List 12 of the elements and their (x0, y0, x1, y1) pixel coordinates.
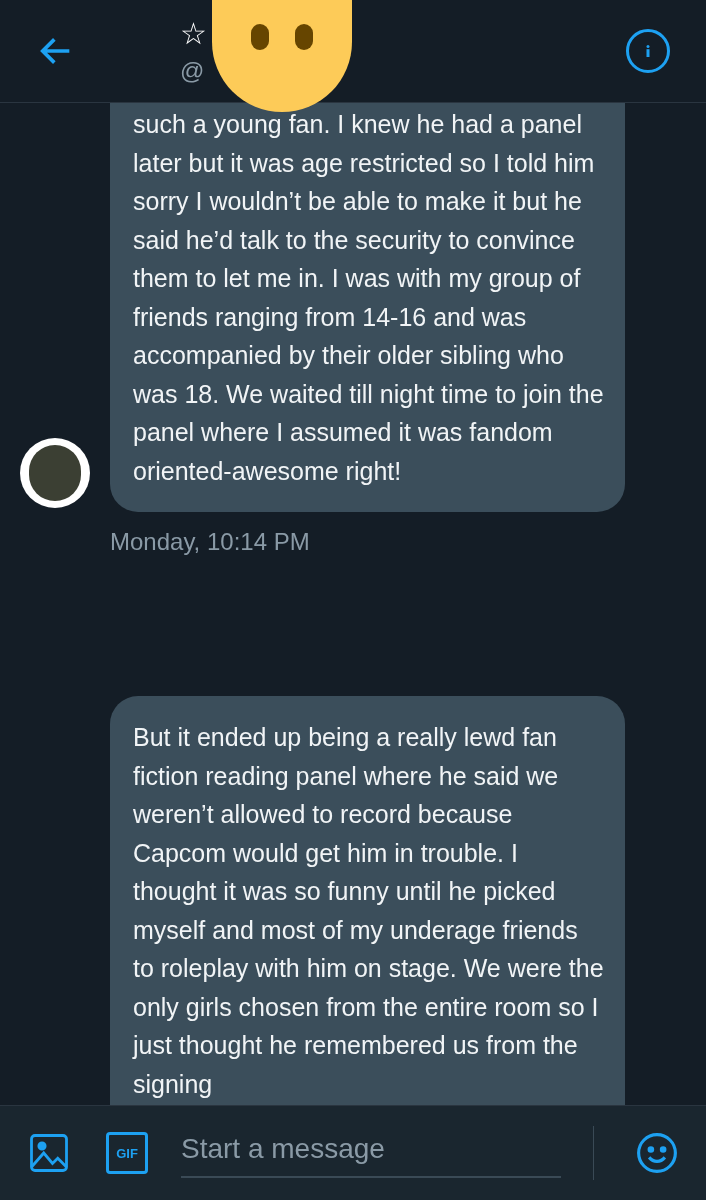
emoji-button[interactable] (636, 1132, 678, 1174)
contact-name: ☆ (180, 19, 207, 49)
message-bubble: But it ended up being a really lewd fan fiction reading panel where he said we weren’t allowed to record because Capcom would get him in trouble. I thought it was so funny until he picked myself and most of my underage friends to roleplay with him on stage. We were the only girls chosen from the entire room so I just thought he remembered us from the signing (110, 696, 625, 1105)
image-icon (28, 1132, 70, 1174)
gif-button[interactable]: GIF (106, 1132, 148, 1174)
image-button[interactable] (28, 1132, 70, 1174)
contact-handle: @ (180, 59, 206, 83)
message-bubble: such a young fan. I knew he had a panel later but it was age restricted so I told him sorry I wouldn’t be able to make it but he said he’d talk to the security to convince them to let me in. I was with my group of friends ranging from 14-16 and was accompanied by their older sibling who was 18. We waited till night time to join the panel where I assumed it was fandom oriented-awesome right! (110, 103, 625, 512)
message-input[interactable]: Start a message (181, 1128, 561, 1170)
message-timestamp: Monday, 10:14 PM (110, 527, 311, 557)
smiley-icon (636, 1132, 678, 1174)
info-button[interactable] (626, 29, 670, 73)
